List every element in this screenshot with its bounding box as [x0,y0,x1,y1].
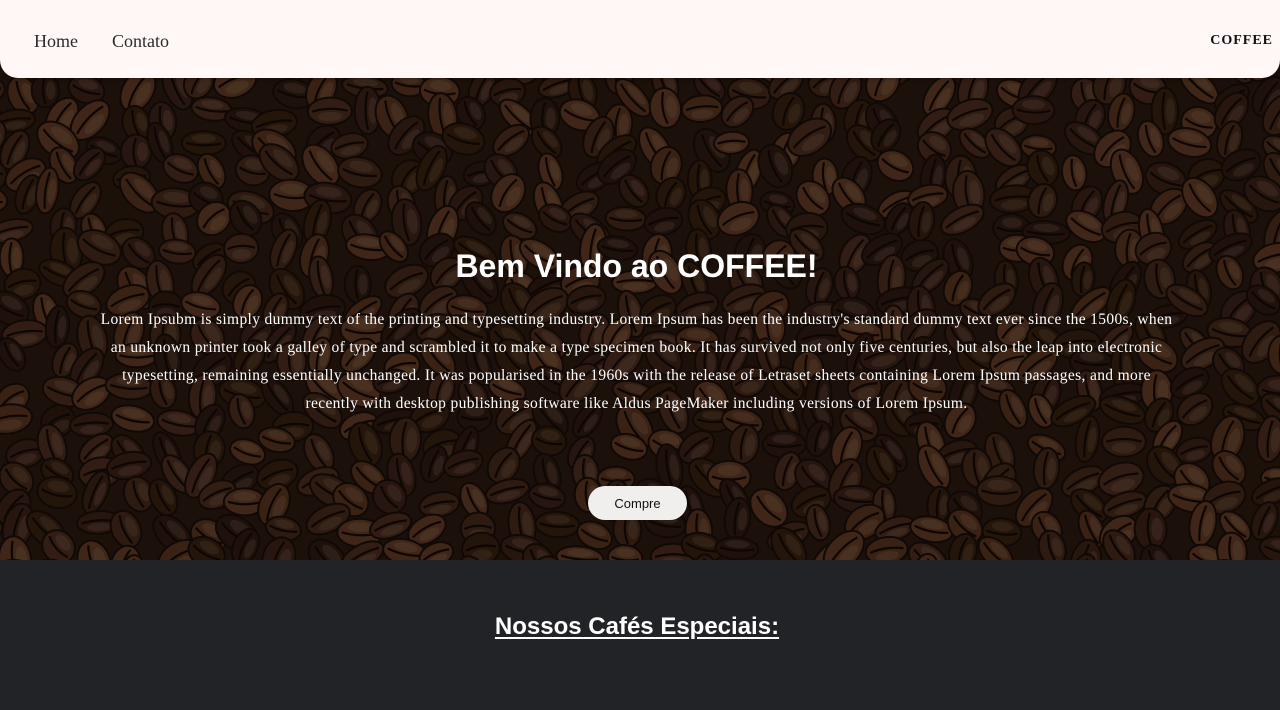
buy-button[interactable]: Compre [588,486,687,520]
nav-link-home[interactable]: Home [34,29,78,53]
navbar: Home Contato COFFEE [0,0,1280,78]
specials-title: Nossos Cafés Especiais: [494,613,780,640]
hero-section: Bem Vindo ao COFFEE! Lorem Ipsubm is sim… [0,0,1280,560]
hero-title: Bem Vindo ao COFFEE! [455,248,818,284]
nav-links: Home Contato [34,29,169,53]
hero-description: Lorem Ipsubm is simply dummy text of the… [100,311,1173,412]
specials-section: Nossos Cafés Especiais: [0,560,1280,710]
nav-link-contato[interactable]: Contato [112,29,169,53]
brand-logo[interactable]: COFFEE [1210,32,1273,50]
